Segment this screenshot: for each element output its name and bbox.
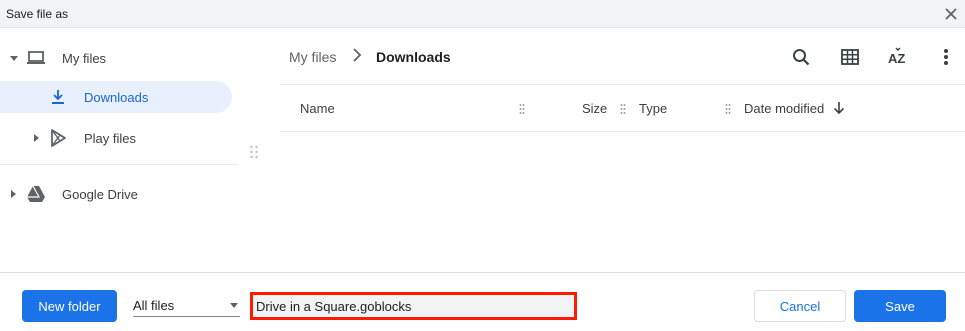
sidebar-item-label: Google Drive [62,187,138,202]
dialog-footer: New folder All files Cancel Save [0,272,965,331]
sidebar-item-google-drive[interactable]: Google Drive [0,180,238,208]
filename-input[interactable] [250,292,577,320]
sidebar-item-my-files[interactable]: My files [0,44,238,72]
svg-text:AZ: AZ [888,51,905,66]
column-header-name[interactable]: Name [300,101,335,116]
dropdown-arrow-icon [230,303,238,308]
column-resize-handle[interactable] [620,102,626,114]
column-header-date-modified[interactable]: Date modified [744,101,824,116]
sort-az-icon[interactable]: AZ [885,44,911,70]
sidebar-resize-handle[interactable] [249,144,259,160]
title-bar: Save file as [0,0,965,28]
expand-arrow-icon[interactable] [34,134,39,142]
chevron-right-icon [352,48,362,65]
close-icon[interactable] [941,4,961,24]
toolbar: My files Downloads AZ [280,28,965,85]
sidebar-item-label: Downloads [84,90,149,105]
cancel-button[interactable]: Cancel [754,290,846,322]
column-header-type[interactable]: Type [639,101,667,116]
column-resize-handle[interactable] [519,102,525,114]
file-type-select[interactable]: All files [133,294,240,317]
column-header-size[interactable]: Size [582,101,607,116]
search-icon[interactable] [788,44,814,70]
sidebar-item-downloads[interactable]: Downloads [0,81,232,113]
breadcrumb-my-files[interactable]: My files [289,49,336,65]
column-resize-handle[interactable] [725,102,731,114]
sidebar-divider [0,164,238,165]
save-button[interactable]: Save [854,290,946,322]
sort-descending-icon[interactable] [833,101,845,120]
sidebar: My files Downloads Play files Google Dri… [0,28,238,272]
play-store-icon [50,129,66,150]
breadcrumb-downloads: Downloads [376,49,451,65]
grid-view-icon[interactable] [837,44,863,70]
file-type-value: All files [133,298,175,313]
window-title: Save file as [6,7,69,21]
sidebar-item-label: Play files [84,131,137,146]
sidebar-item-play-files[interactable]: Play files [0,124,238,152]
google-drive-icon [26,185,46,206]
file-list-header: Name Size Type Date modified [280,86,965,132]
download-icon [50,88,66,109]
laptop-icon [26,50,46,69]
expand-arrow-icon[interactable] [11,190,16,198]
new-folder-button[interactable]: New folder [22,290,117,322]
expand-arrow-icon[interactable] [10,56,18,61]
sidebar-item-label: My files [62,51,107,66]
more-vert-icon[interactable] [933,44,959,70]
